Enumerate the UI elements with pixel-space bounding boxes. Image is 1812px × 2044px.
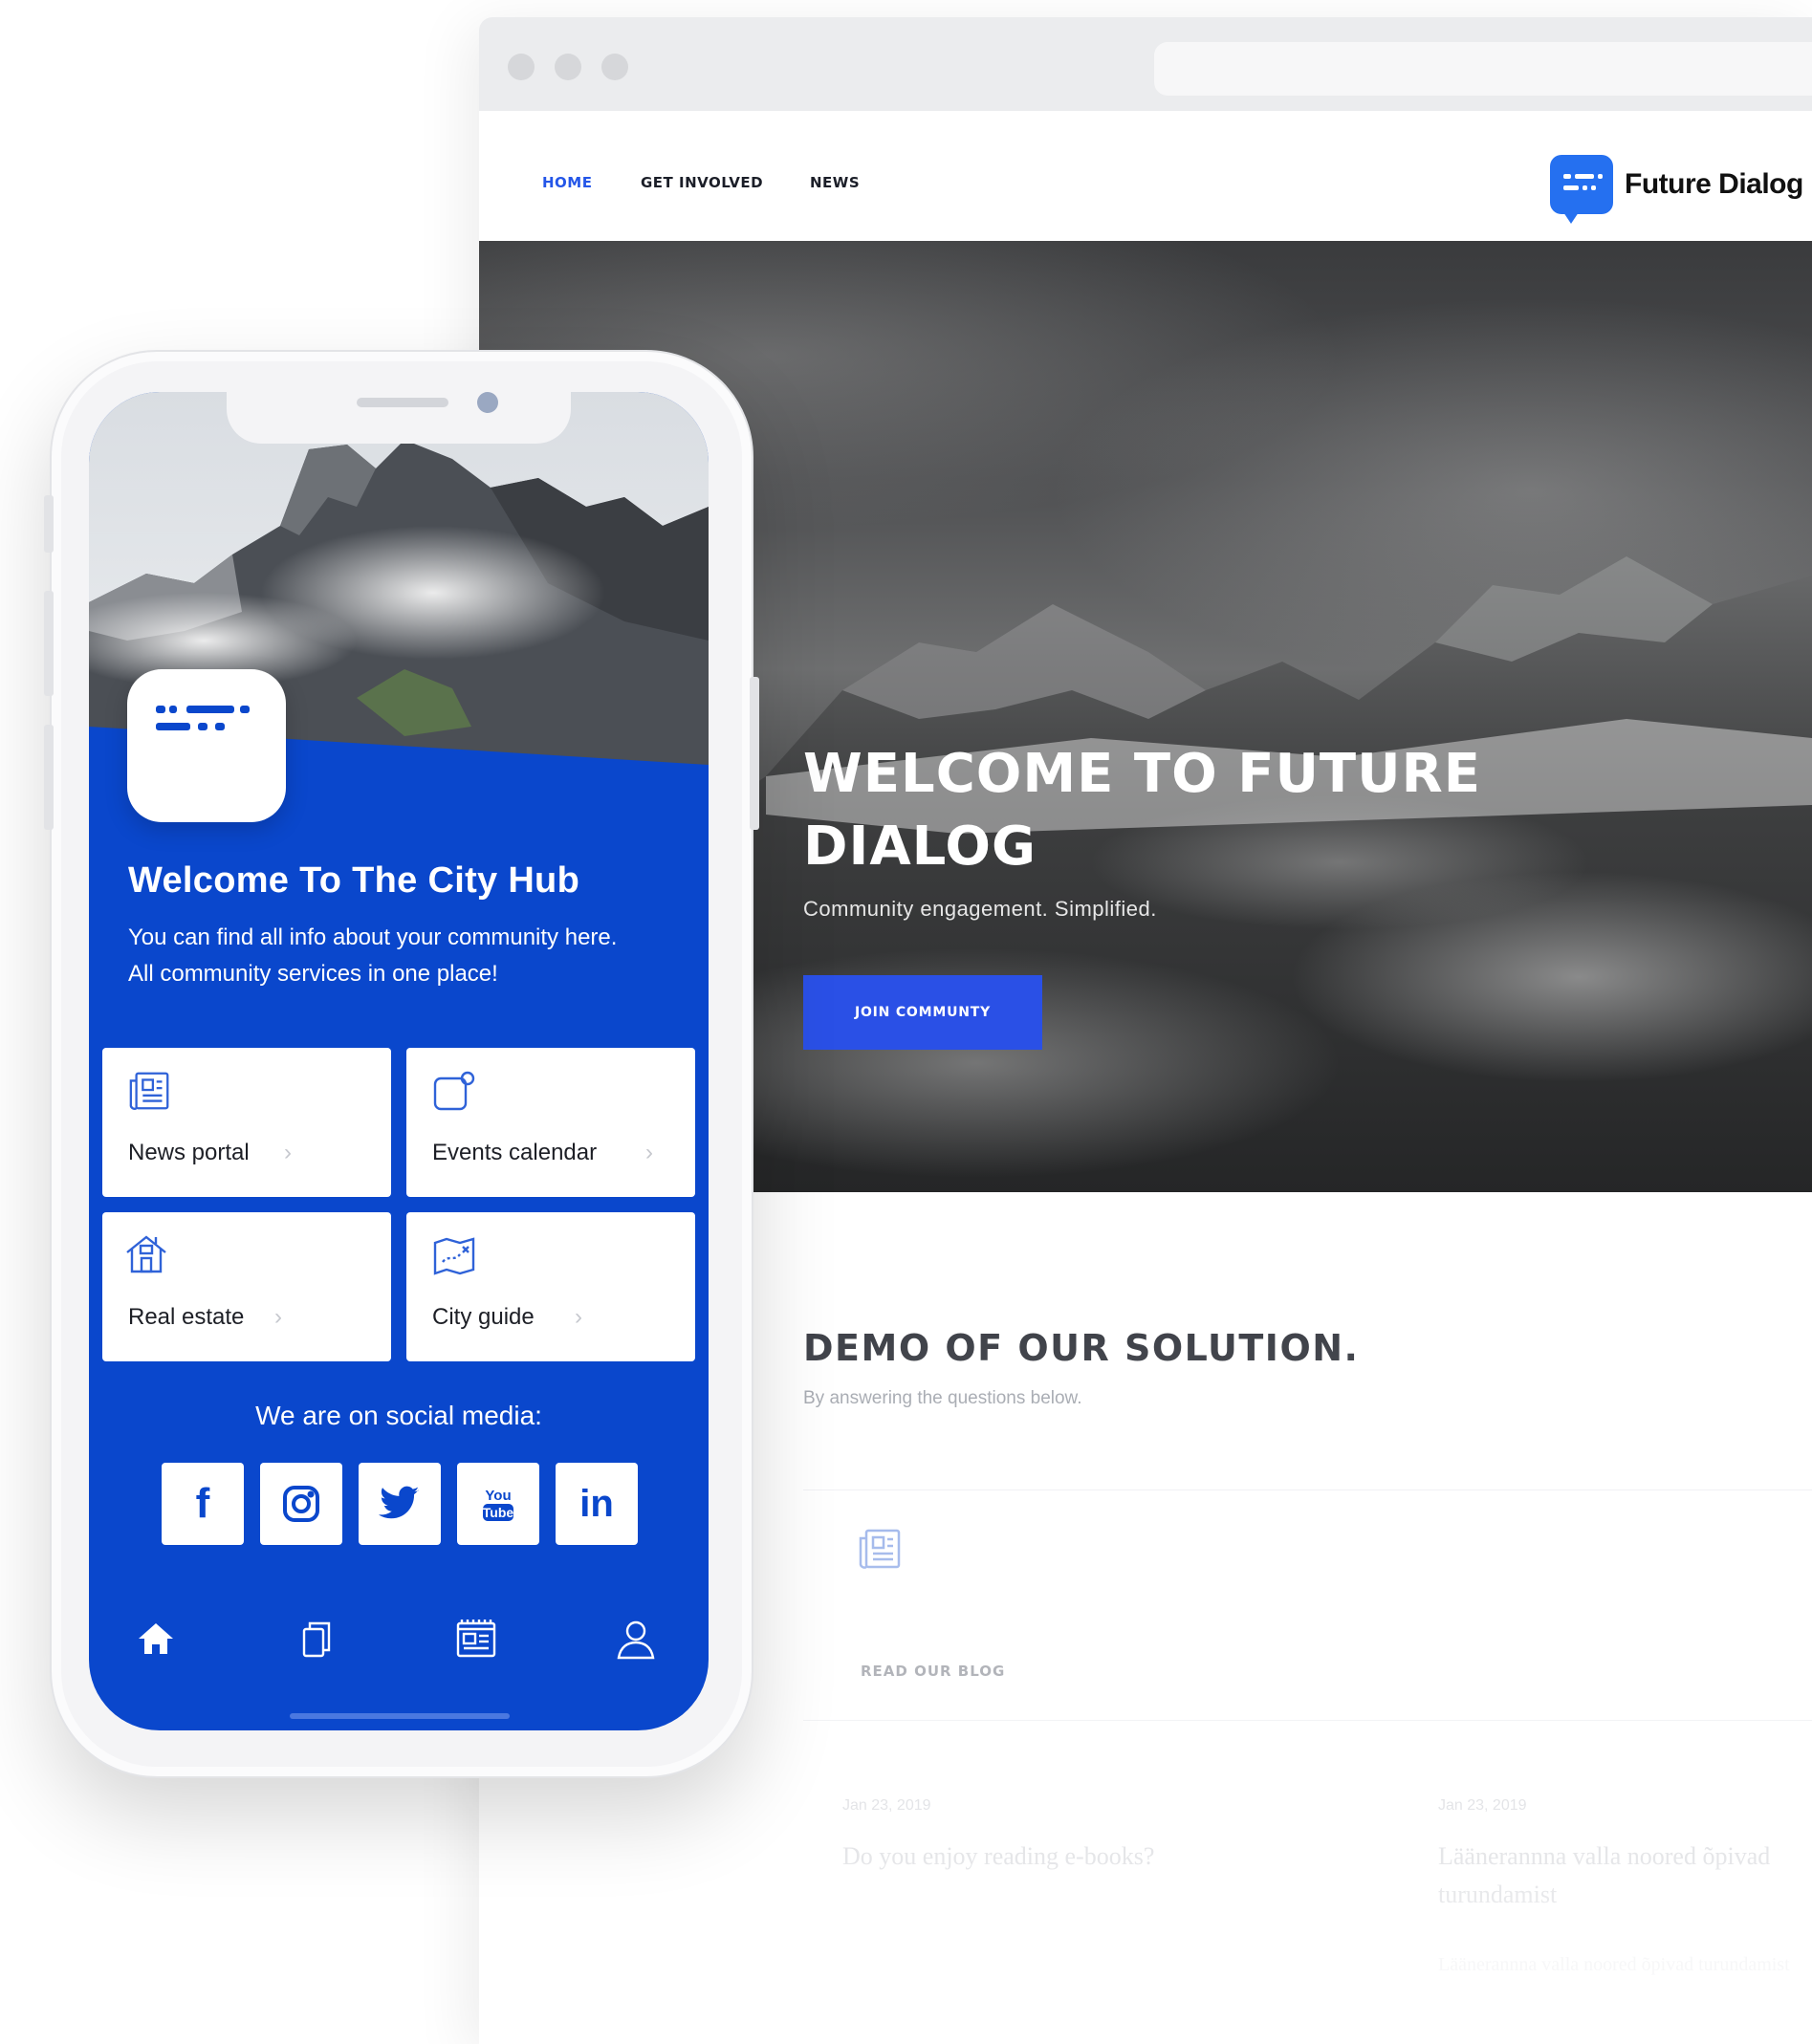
read-blog-card[interactable]: READ OUR BLOG	[803, 1490, 1812, 1721]
chevron-right-icon: ›	[645, 1140, 653, 1165]
chevron-right-icon: ›	[575, 1304, 582, 1330]
home-indicator	[290, 1713, 510, 1719]
tile-label: Events calendar	[432, 1140, 598, 1165]
phone-power-button	[750, 677, 759, 830]
tile-news-portal[interactable]: News portal ›	[102, 1048, 391, 1197]
brand[interactable]: Future Dialog	[1550, 153, 1803, 224]
phone-screen: Welcome To The City Hub You can find all…	[89, 392, 709, 1730]
post-title-link[interactable]: Do you enjoy reading e-books?	[842, 1837, 1301, 1876]
tile-label: News portal	[128, 1140, 250, 1165]
window-minimize-dot[interactable]	[555, 54, 581, 80]
hero-title: WELCOME TO FUTURE DIALOG	[803, 743, 1481, 878]
youtube-icon[interactable]: You Tube	[457, 1463, 539, 1545]
nav-news[interactable]: NEWS	[810, 174, 860, 191]
city-hub-logo	[127, 669, 286, 822]
hero-subtitle: Community engagement. Simplified.	[803, 897, 1157, 921]
demo-title: DEMO OF OUR SOLUTION.	[803, 1327, 1360, 1369]
twitter-icon[interactable]	[359, 1463, 441, 1545]
chat-bubble-icon	[1550, 155, 1613, 224]
phone-side-button	[44, 495, 54, 553]
post-date: Jan 23, 2019	[842, 1797, 931, 1814]
post-title-link[interactable]: Läänerannna valla noored õpivad turundam…	[1438, 1837, 1801, 1914]
nav-get-involved[interactable]: GET INVOLVED	[641, 174, 763, 191]
city-hub-description: You can find all info about your communi…	[128, 924, 618, 987]
city-hub-title: Welcome To The City Hub	[128, 860, 580, 901]
tile-label: Real estate	[128, 1304, 245, 1330]
instagram-icon[interactable]	[260, 1463, 342, 1545]
tile-label: City guide	[432, 1304, 535, 1330]
calendar-icon	[431, 1069, 477, 1120]
speaker	[357, 398, 448, 407]
svg-text:Tube: Tube	[483, 1505, 514, 1520]
chevron-right-icon: ›	[274, 1304, 282, 1330]
newspaper-icon	[857, 1527, 905, 1576]
map-icon	[431, 1233, 479, 1282]
brand-name: Future Dialog	[1625, 168, 1803, 200]
post-date: Jan 23, 2019	[1438, 1797, 1527, 1814]
join-community-button[interactable]: JOIN COMMUNTY	[803, 975, 1042, 1050]
news-icon[interactable]	[452, 1618, 500, 1666]
phone-notch	[227, 392, 571, 444]
window-close-dot[interactable]	[508, 54, 535, 80]
tile-real-estate[interactable]: Real estate ›	[102, 1212, 391, 1361]
address-bar[interactable]	[1154, 42, 1812, 96]
demo-subtitle: By answering the questions below.	[803, 1388, 1082, 1408]
documents-icon[interactable]	[295, 1618, 337, 1664]
camera	[477, 392, 498, 413]
site-nav: HOME GET INVOLVED NEWS Future Dialog	[479, 111, 1812, 241]
svg-text:You: You	[485, 1488, 511, 1504]
phone-side-button	[44, 591, 54, 696]
linkedin-icon[interactable]: in	[556, 1463, 638, 1545]
read-blog-label: READ OUR BLOG	[861, 1663, 1006, 1680]
browser-chrome	[479, 17, 1812, 111]
phone-side-button	[44, 725, 54, 830]
house-icon	[123, 1231, 169, 1282]
nav-home[interactable]: HOME	[542, 174, 592, 191]
tile-events-calendar[interactable]: Events calendar ›	[406, 1048, 695, 1197]
home-icon[interactable]	[135, 1618, 177, 1664]
tile-city-guide[interactable]: City guide ›	[406, 1212, 695, 1361]
newspaper-icon	[127, 1069, 173, 1118]
window-zoom-dot[interactable]	[601, 54, 628, 80]
profile-icon[interactable]	[615, 1618, 657, 1664]
social-title: We are on social media:	[255, 1401, 542, 1430]
post-excerpt: Läänerannna valla noored õpivad turundam…	[1438, 1954, 1790, 1975]
facebook-icon[interactable]: f	[162, 1463, 244, 1545]
chevron-right-icon: ›	[284, 1140, 292, 1165]
